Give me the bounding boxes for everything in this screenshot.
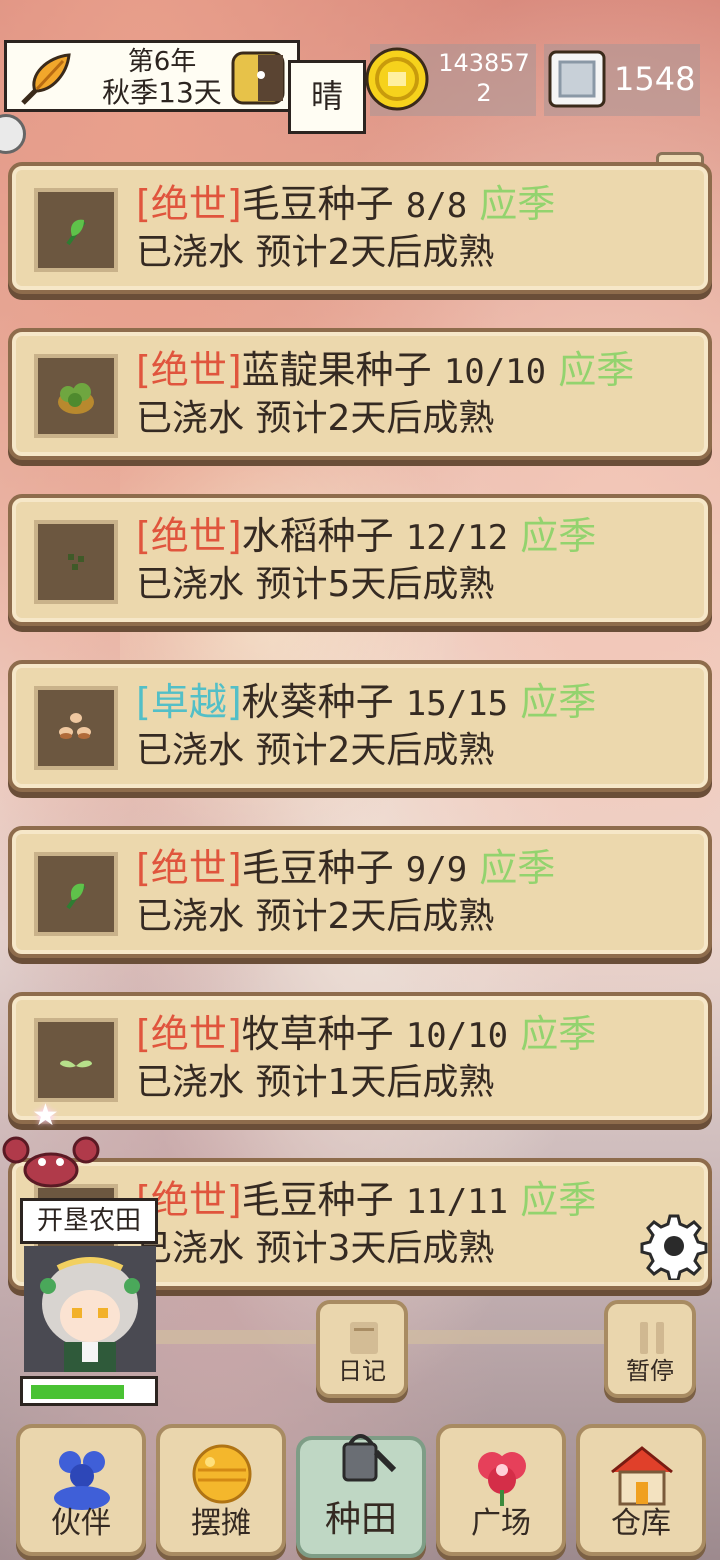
blueberry-bush-icon (58, 383, 94, 414)
plot-card[interactable]: [绝世]水稻种子 12/12 应季 已浇水 预计5天后成熟 (8, 494, 712, 626)
plot-count: 11/11 (405, 1182, 509, 1222)
nav-label: 种田 (324, 1499, 397, 1540)
plot-card[interactable]: [绝世]蓝靛果种子 10/10 应季 已浇水 预计2天后成熟 (8, 328, 712, 460)
watering-can-icon (342, 1434, 397, 1482)
season-tag: 应季 (479, 846, 556, 890)
plot-thumbnail (34, 520, 118, 604)
diary-label: 日记 (338, 1357, 386, 1385)
silver-amount: 1548 (614, 60, 696, 98)
plot-card[interactable]: [卓越]秋葵种子 15/15 应季 已浇水 预计2天后成熟 (8, 660, 712, 792)
weather-indicator: 晴 (288, 60, 366, 134)
pause-label: 暂停 (626, 1357, 674, 1385)
plot-count: 10/10 (443, 352, 547, 392)
plot-count: 9/9 (405, 850, 468, 890)
grass-sprout-icon (60, 1060, 92, 1068)
seed-name: 秋葵种子 (241, 680, 394, 724)
rarity-label: [绝世] (136, 846, 242, 890)
rarity-label: [绝世] (136, 514, 242, 558)
plot-status: 已浇水 预计2天后成熟 (136, 398, 495, 439)
nav-label: 仓库 (611, 1506, 671, 1541)
seed-name: 毛豆种子 (241, 1178, 394, 1222)
plot-title: [绝世]蓝靛果种子 10/10 应季 (136, 346, 634, 396)
edamame-sprout-icon (66, 219, 86, 246)
plot-count: 8/8 (405, 186, 468, 226)
nav-label: 摆摊 (191, 1506, 251, 1541)
plot-count: 15/15 (405, 684, 509, 724)
seed-name: 蓝靛果种子 (241, 348, 432, 392)
plot-status: 已浇水 预计5天后成熟 (136, 564, 495, 605)
character-progress-bar (20, 1376, 158, 1406)
plot-count: 12/12 (405, 518, 509, 558)
rice-seeds-icon (68, 554, 84, 570)
season-tag: 应季 (520, 1178, 597, 1222)
side-menu-button[interactable] (0, 114, 26, 154)
plot-status: 已浇水 预计2天后成熟 (136, 232, 495, 273)
season-tag: 应季 (479, 182, 556, 226)
season-tag: 应季 (520, 514, 597, 558)
character-task-label[interactable]: 开垦农田 (20, 1198, 158, 1244)
silver-currency: 1548 (544, 44, 700, 116)
pause-button[interactable]: 暂停 (604, 1300, 696, 1398)
rarity-label: [卓越] (136, 680, 242, 724)
plot-status: 已浇水 预计3天后成熟 (136, 1228, 495, 1269)
feather-icon (21, 53, 71, 105)
plot-card[interactable]: [绝世]毛豆种子 8/8 应季 已浇水 预计2天后成熟 (8, 162, 712, 294)
farmer-character-avatar[interactable] (24, 1246, 156, 1372)
season-day-label: 秋季13天 (102, 76, 222, 109)
character-progress-fill (31, 1385, 124, 1399)
gold-currency: 143857 2 (365, 44, 536, 116)
nav-stall[interactable]: 摆摊 (156, 1424, 286, 1556)
plot-title: [绝世]水稻种子 12/12 应季 (136, 512, 596, 562)
gear-icon[interactable] (640, 1212, 708, 1280)
plot-title: [绝世]毛豆种子 11/11 应季 (136, 1176, 596, 1226)
rarity-label: [绝世] (136, 1012, 242, 1056)
season-tag: 应季 (558, 348, 635, 392)
plot-count: 10/10 (405, 1016, 509, 1056)
plot-thumbnail (34, 852, 118, 936)
silver-ingot-icon (548, 50, 606, 108)
rarity-label: [绝世] (136, 182, 242, 226)
plot-card[interactable]: [绝世]毛豆种子 9/9 应季 已浇水 预计2天后成熟 (8, 826, 712, 958)
autumn-season-icon (231, 51, 285, 105)
nav-farming[interactable]: 种田 (296, 1434, 426, 1558)
nav-warehouse[interactable]: 仓库 (576, 1424, 706, 1556)
plot-thumbnail (34, 1018, 118, 1102)
seed-name: 毛豆种子 (241, 182, 394, 226)
plot-title: [卓越]秋葵种子 15/15 应季 (136, 678, 596, 728)
seed-name: 牧草种子 (241, 1012, 394, 1056)
plot-status: 已浇水 预计1天后成熟 (136, 1062, 495, 1103)
season-tag: 应季 (520, 1012, 597, 1056)
gold-amount: 143857 2 (438, 49, 530, 107)
plot-title: [绝世]牧草种子 10/10 应季 (136, 1010, 596, 1060)
okra-seeds-icon (59, 713, 91, 739)
date-panel: 第6年 秋季13天 (4, 40, 300, 112)
date-text: 第6年 秋季13天 (87, 47, 237, 109)
plot-title: [绝世]毛豆种子 8/8 应季 (136, 180, 555, 230)
plot-thumbnail (34, 354, 118, 438)
season-tag: 应季 (520, 680, 597, 724)
nav-label: 广场 (471, 1506, 531, 1541)
nav-partners[interactable]: 伙伴 (16, 1424, 146, 1556)
year-label: 第6年 (127, 47, 197, 77)
seed-name: 水稻种子 (241, 514, 394, 558)
seed-name: 毛豆种子 (241, 846, 394, 890)
plot-card[interactable]: [绝世]牧草种子 10/10 应季 已浇水 预计1天后成熟 (8, 992, 712, 1124)
diary-button[interactable]: 日记 (316, 1300, 408, 1398)
rarity-label: [绝世] (136, 348, 242, 392)
edamame-sprout-icon (66, 883, 86, 910)
sparkle-star-icon: ★ (32, 1098, 59, 1133)
nav-plaza[interactable]: 广场 (436, 1424, 566, 1556)
crab-icon[interactable] (2, 1132, 100, 1192)
gold-coin-icon (365, 47, 429, 111)
plot-status: 已浇水 预计2天后成熟 (136, 730, 495, 771)
plot-thumbnail (34, 188, 118, 272)
plot-title: [绝世]毛豆种子 9/9 应季 (136, 844, 555, 894)
plot-status: 已浇水 预计2天后成熟 (136, 896, 495, 937)
plot-thumbnail (34, 686, 118, 770)
nav-label: 伙伴 (51, 1506, 111, 1541)
